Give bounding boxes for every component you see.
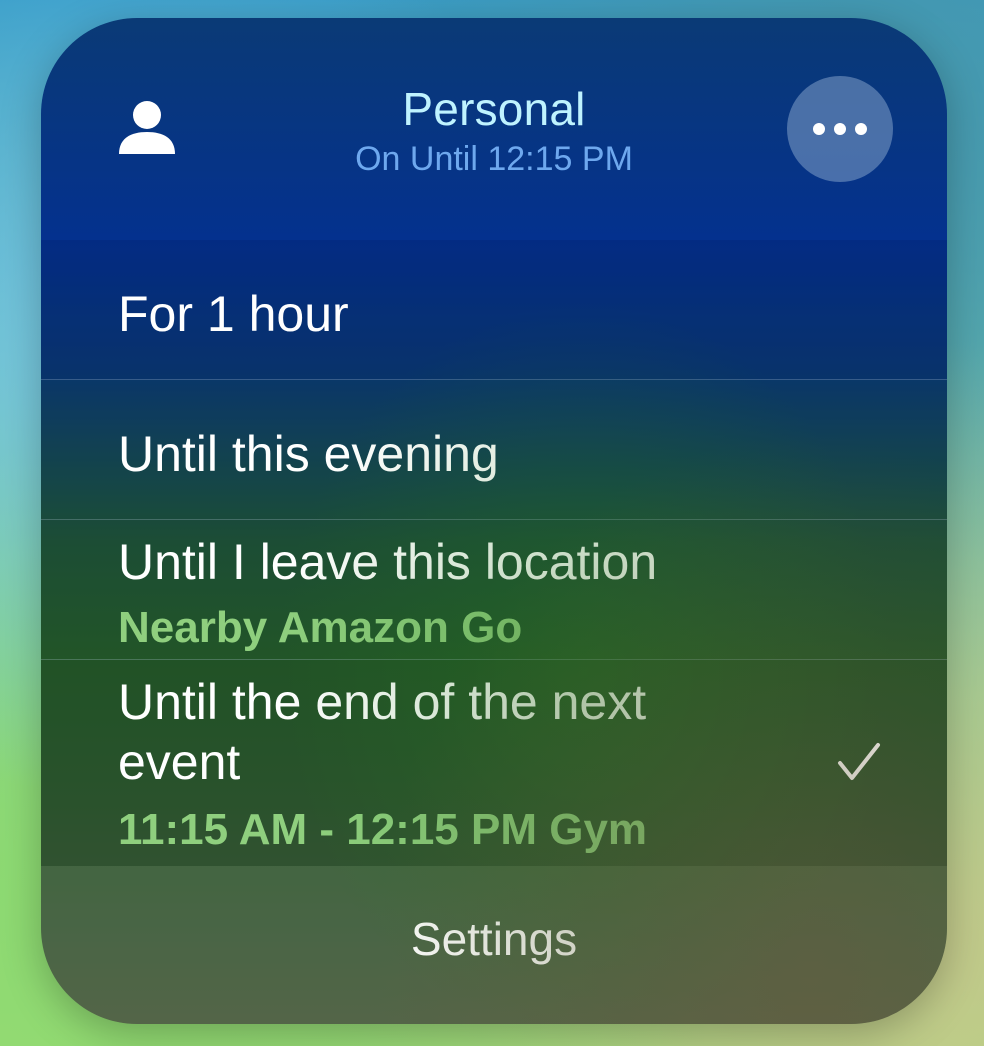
option-label: Until I leave this location [118, 534, 658, 590]
settings-label: Settings [410, 913, 578, 965]
more-options-button[interactable] [787, 76, 893, 182]
option-for-1-hour[interactable]: For 1 hour [41, 240, 947, 380]
option-label: For 1 hour [118, 286, 349, 342]
focus-header[interactable]: Personal On Until 12:15 PM [41, 18, 947, 240]
checkmark-icon [838, 743, 880, 780]
option-until-end-of-next-event[interactable]: Until the end of the next event 11:15 AM… [41, 660, 947, 866]
option-label: Until this evening [118, 426, 499, 482]
option-detail: 11:15 AM - 12:15 PM Gym [118, 805, 648, 854]
settings-button[interactable]: Settings [41, 866, 947, 1024]
focus-mode-panel: Personal On Until 12:15 PM For 1 hour Un… [41, 18, 947, 1024]
option-until-leave-location[interactable]: Until I leave this location Nearby Amazo… [41, 520, 947, 660]
option-until-this-evening[interactable]: Until this evening [41, 380, 947, 520]
option-label: Until the end of the next event [118, 674, 647, 790]
duration-options-list: For 1 hour Until this evening Until I le… [41, 240, 947, 866]
ellipsis-icon [813, 123, 867, 135]
option-detail: Nearby Amazon Go [118, 603, 523, 652]
